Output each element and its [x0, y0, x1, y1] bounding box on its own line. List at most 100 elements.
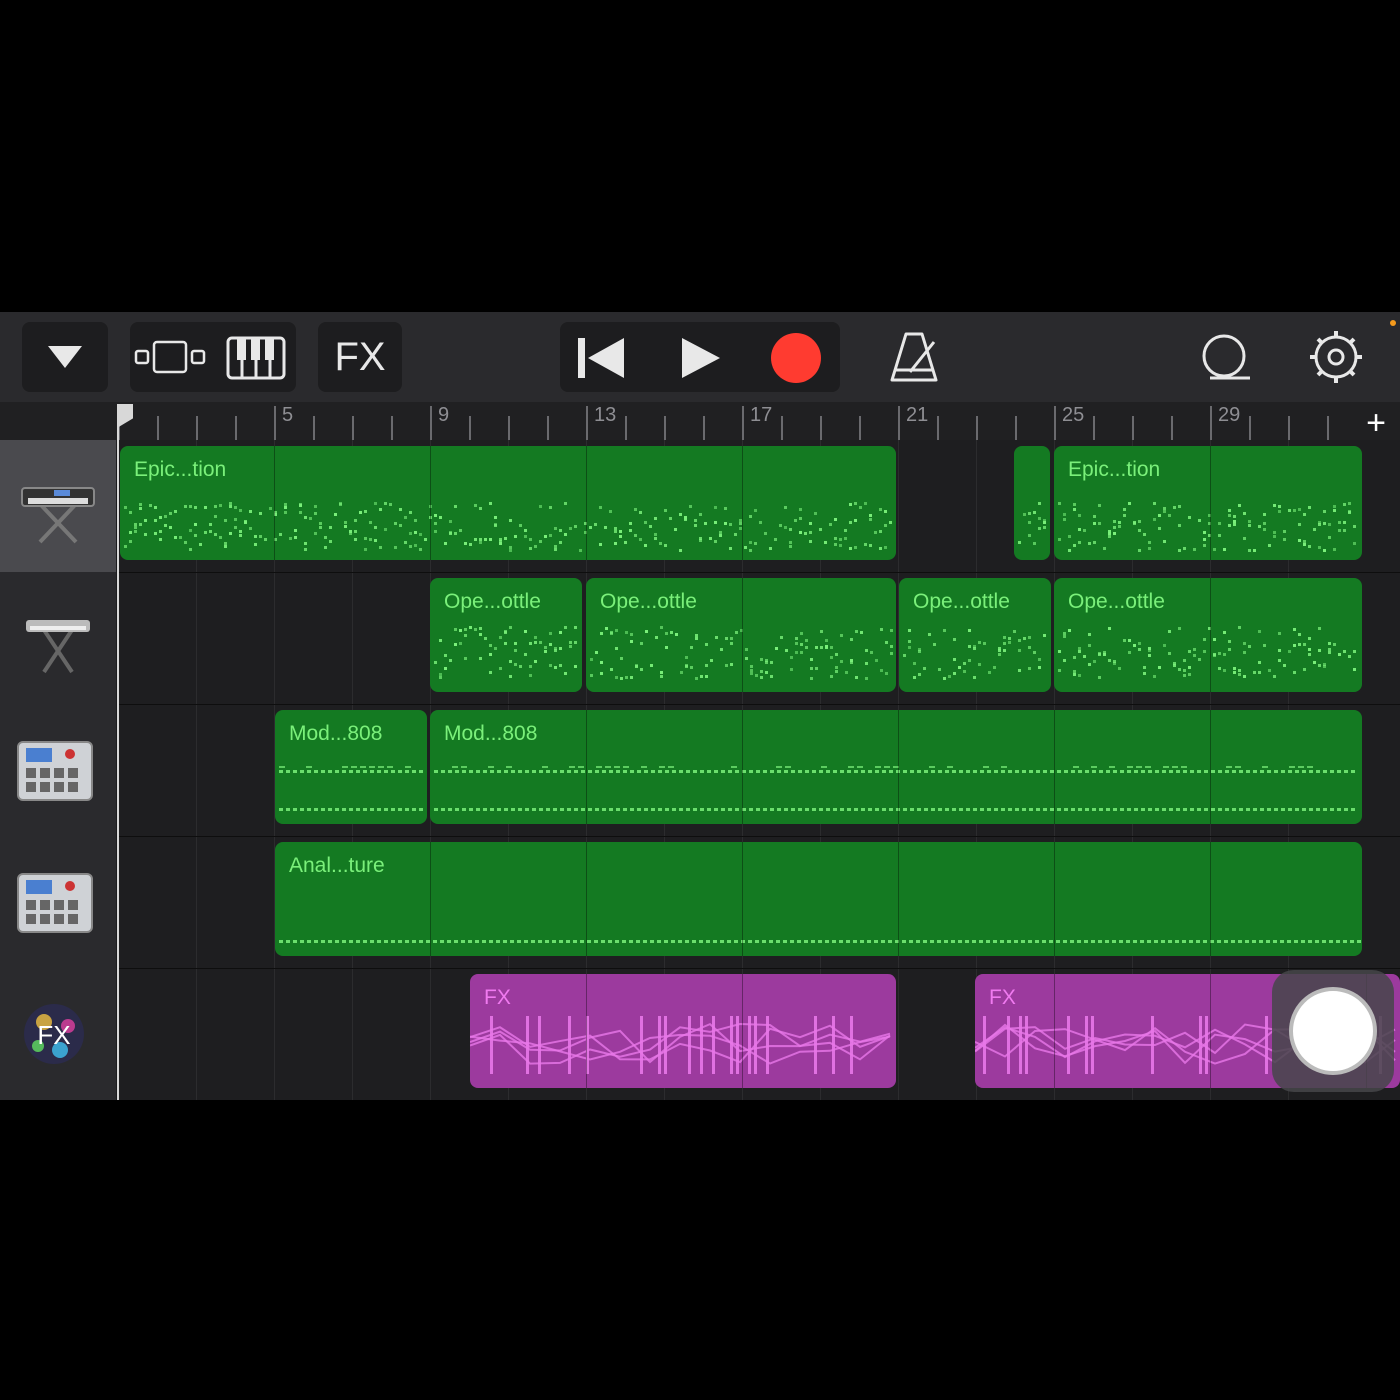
- bar-number: 9: [438, 404, 450, 426]
- ruler-tick: [1015, 416, 1017, 440]
- ruler-tick: [1210, 406, 1212, 440]
- ruler-tick: [157, 416, 159, 440]
- drum-region[interactable]: Anal...ture: [275, 842, 1362, 956]
- ruler-tick: [859, 416, 861, 440]
- ruler-tick: [196, 416, 198, 440]
- view-toggle-group: [130, 322, 296, 392]
- ruler-tick: [1054, 406, 1056, 440]
- ruler-tick: [625, 416, 627, 440]
- transport-group: [560, 322, 840, 392]
- bar-number: 25: [1062, 404, 1085, 426]
- region-label: Ope...ottle: [444, 590, 541, 613]
- region-segment-divider: [586, 446, 587, 560]
- region-segment-divider: [1054, 710, 1055, 824]
- midi-region[interactable]: Ope...ottle: [430, 578, 582, 692]
- ruler-tick: [976, 416, 978, 440]
- browser-button[interactable]: [22, 322, 108, 392]
- fx-button[interactable]: FX: [318, 322, 402, 392]
- track-header-fx[interactable]: FX: [0, 968, 116, 1100]
- ruler-tick: [937, 416, 939, 440]
- region-segment-divider: [586, 974, 587, 1088]
- drum-region[interactable]: Mod...808: [275, 710, 427, 824]
- bar-number: 29: [1218, 404, 1241, 426]
- metronome-icon[interactable]: [886, 322, 946, 392]
- track-header-keyboard[interactable]: [0, 440, 116, 573]
- region-segment-divider: [898, 710, 899, 824]
- keyboard-icon[interactable]: [218, 322, 302, 392]
- region-label: Anal...ture: [289, 854, 385, 877]
- region-label: FX: [989, 986, 1016, 1009]
- region-label: Ope...ottle: [913, 590, 1010, 613]
- ruler-tick: [313, 416, 315, 440]
- ruler-tick: [781, 416, 783, 440]
- settings-icon[interactable]: [1306, 322, 1366, 392]
- midi-region[interactable]: Epic...tion: [120, 446, 896, 560]
- region-label: FX: [484, 986, 511, 1009]
- track-header-drum-machine-2[interactable]: [0, 836, 116, 969]
- tracks-view-icon[interactable]: [130, 322, 214, 392]
- midi-region[interactable]: [1014, 446, 1050, 560]
- ruler-tick: [469, 416, 471, 440]
- region-label: Ope...ottle: [600, 590, 697, 613]
- region-segment-divider: [274, 446, 275, 560]
- region-segment-divider: [1210, 446, 1211, 560]
- region-label: Mod...808: [444, 722, 538, 745]
- region-segment-divider: [1210, 578, 1211, 692]
- ruler-tick: [1327, 416, 1329, 440]
- bar-number: 13: [594, 404, 617, 426]
- control-bar: FX: [0, 312, 1400, 402]
- bar-number: 5: [282, 404, 294, 426]
- midi-region[interactable]: Epic...tion: [1054, 446, 1362, 560]
- note-pattern: [124, 502, 892, 552]
- chevron-down-icon: [48, 346, 82, 368]
- track-header-synth[interactable]: [0, 572, 116, 705]
- region-segment-divider: [1210, 974, 1211, 1088]
- region-segment-divider: [430, 446, 431, 560]
- garageband-app: FX 5 9 13 17 21 25 29 + FX Epic...tion E…: [0, 312, 1400, 1100]
- rewind-icon[interactable]: [560, 322, 646, 392]
- keyboard-stand-icon: [21, 487, 95, 544]
- ruler-tick: [1093, 416, 1095, 440]
- region-segment-divider: [742, 842, 743, 956]
- note-pattern: [1018, 502, 1046, 545]
- ruler-tick: [1132, 416, 1134, 440]
- ruler-tick: [664, 416, 666, 440]
- playhead[interactable]: [117, 410, 119, 1100]
- ruler-tick: [235, 416, 237, 440]
- region-segment-divider: [742, 974, 743, 1088]
- ruler-tick: [1249, 416, 1251, 440]
- ruler-tick: [1171, 416, 1173, 440]
- automation-curve: [470, 1016, 891, 1074]
- record-icon[interactable]: [752, 322, 842, 392]
- bar-number: 21: [906, 404, 929, 426]
- ruler-tick: [391, 416, 393, 440]
- add-section-button[interactable]: +: [1366, 406, 1386, 440]
- ruler-tick: [352, 416, 354, 440]
- region-label: Epic...tion: [134, 458, 227, 481]
- midi-region[interactable]: Ope...ottle: [586, 578, 896, 692]
- region-segment-divider: [586, 842, 587, 956]
- drum-machine-icon: [17, 741, 93, 801]
- region-segment-divider: [586, 710, 587, 824]
- play-icon[interactable]: [650, 322, 750, 392]
- fx-label: FX: [334, 335, 386, 379]
- synth-stand-icon: [26, 620, 90, 674]
- ruler-tick: [508, 416, 510, 440]
- bar-number: 17: [750, 404, 773, 426]
- region-segment-divider: [742, 446, 743, 560]
- midi-region[interactable]: Ope...ottle: [899, 578, 1051, 692]
- tracks-area[interactable]: Epic...tion Epic...tion Ope...ottle Ope.…: [118, 440, 1400, 1100]
- region-segment-divider: [742, 578, 743, 692]
- loop-icon[interactable]: [1196, 322, 1256, 392]
- ruler-tick: [820, 416, 822, 440]
- midi-region[interactable]: Ope...ottle: [1054, 578, 1362, 692]
- assistive-touch-button[interactable]: [1272, 970, 1394, 1092]
- region-segment-divider: [742, 710, 743, 824]
- note-pattern: [434, 766, 1355, 811]
- track-header-drum-machine[interactable]: [0, 704, 116, 837]
- drum-region[interactable]: Mod...808: [430, 710, 1362, 824]
- fx-region[interactable]: FX: [470, 974, 896, 1088]
- ruler-tick: [703, 416, 705, 440]
- region-segment-divider: [430, 842, 431, 956]
- ruler-tick: [274, 406, 276, 440]
